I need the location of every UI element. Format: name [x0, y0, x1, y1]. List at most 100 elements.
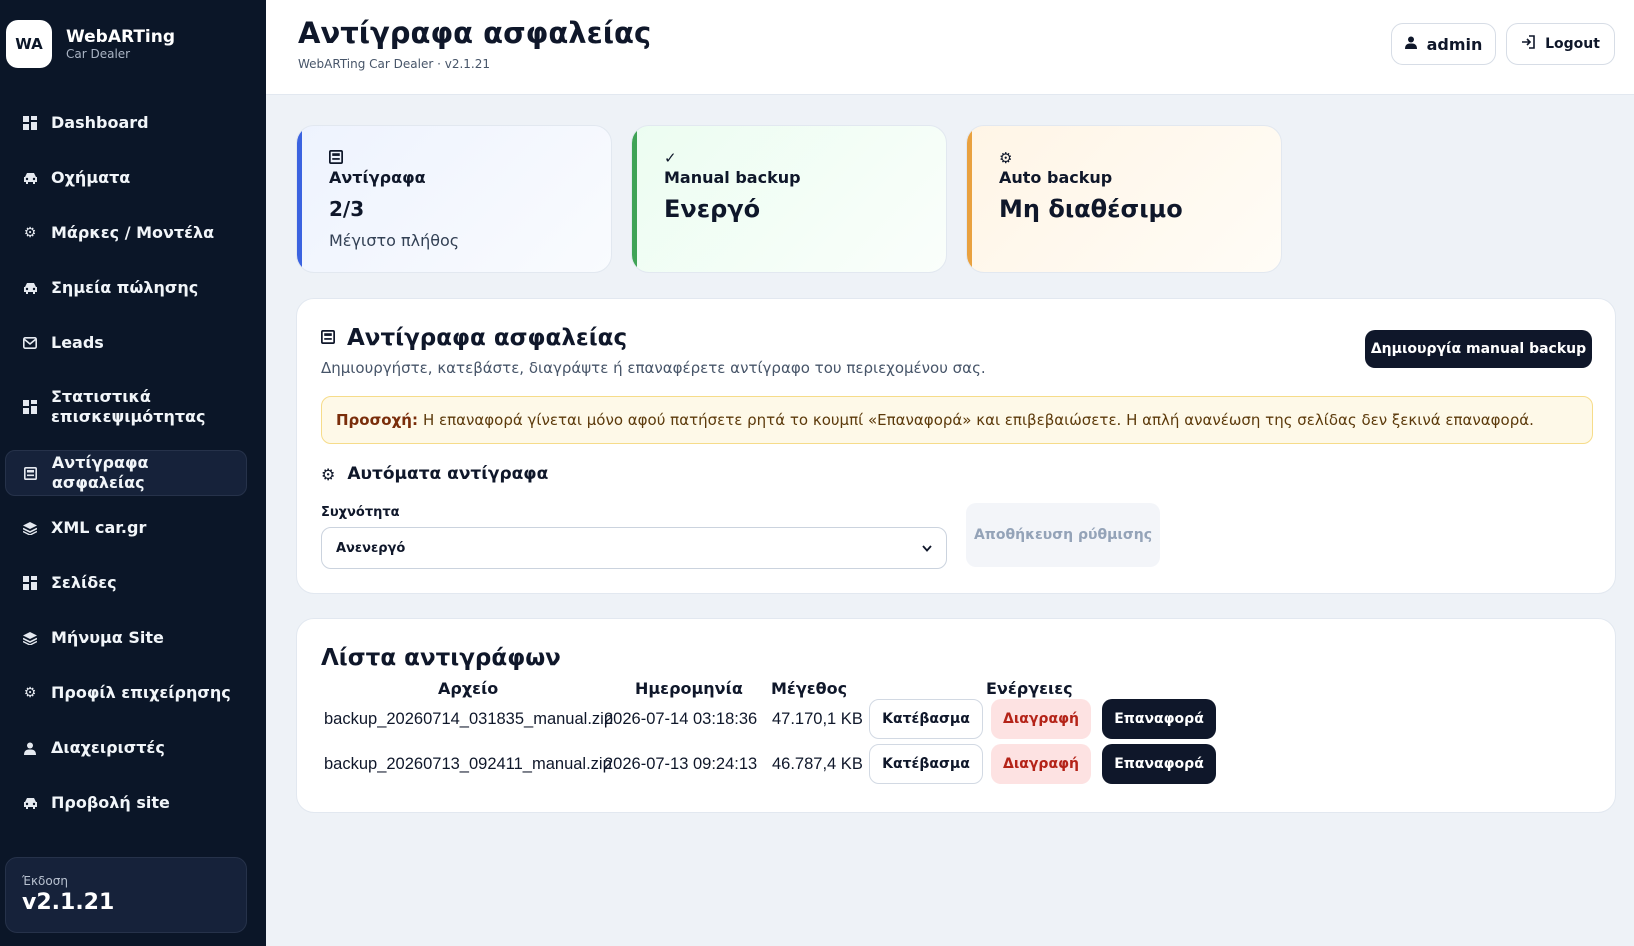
save-setting-button[interactable]: Αποθήκευση ρύθμισης	[966, 503, 1160, 567]
stat-label: Manual backup	[664, 168, 801, 187]
auto-backups-title: ⚙ Αυτόματα αντίγραφα	[321, 464, 548, 484]
layers-icon	[21, 519, 39, 537]
restore-warning-alert: Προσοχή: Η επαναφορά γίνεται μόνο αφού π…	[321, 396, 1593, 444]
layers-icon	[21, 629, 39, 647]
stat-value: Ενεργό	[664, 195, 761, 223]
sidebar-item-label: Προβολή site	[51, 793, 170, 812]
car-icon	[21, 169, 39, 187]
gear-icon: ⚙	[999, 149, 1013, 167]
logout-button[interactable]: Logout	[1506, 23, 1615, 65]
sidebar: WA WebARTing Car Dealer Dashboard Οχήματ…	[0, 0, 266, 946]
sidebar-item-label: Μάρκες / Μοντέλα	[51, 223, 215, 242]
backups-title: Αντίγραφα ασφαλείας	[321, 325, 627, 351]
gear-icon: ⚙	[23, 225, 37, 241]
frequency-select[interactable]: Ανενεργό	[321, 527, 947, 569]
table-row: backup_20260714_031835_manual.zip 2026-0…	[297, 699, 1617, 743]
floppy-icon	[329, 150, 611, 166]
download-button[interactable]: Κατέβασμα	[869, 699, 983, 739]
user-label: admin	[1426, 34, 1483, 54]
sidebar-item-label: Οχήματα	[51, 168, 131, 187]
car-icon	[21, 794, 39, 812]
brand-name: WebARTing	[66, 27, 176, 47]
create-manual-backup-button[interactable]: Δημιουργία manual backup	[1365, 330, 1592, 368]
user-icon	[1404, 36, 1417, 53]
sidebar-item-admins[interactable]: Διαχειριστές	[5, 725, 247, 771]
delete-button[interactable]: Διαγραφή	[991, 744, 1091, 784]
frequency-value: Ανενεργό	[336, 540, 406, 556]
stat-hint: Μέγιστο πλήθος	[329, 231, 460, 250]
sidebar-item-label: Στατιστικά επισκεψιμότητας	[51, 387, 206, 426]
grid-icon	[21, 114, 39, 132]
stat-card-copies: Αντίγραφα 2/3 Μέγιστο πλήθος	[296, 125, 612, 273]
sidebar-item-label: Μήνυμα Site	[51, 628, 164, 647]
alert-strong: Προσοχή:	[336, 411, 418, 429]
version-box: Έκδοση v2.1.21	[5, 857, 247, 933]
table-row: backup_20260713_092411_manual.zip 2026-0…	[297, 744, 1617, 788]
file-cell: backup_20260713_092411_manual.zip	[324, 754, 612, 773]
sidebar-item-xml[interactable]: XML car.gr	[5, 505, 247, 551]
sidebar-item-label: Dashboard	[51, 113, 149, 132]
backups-subtitle: Δημιουργήστε, κατεβάστε, διαγράψτε ή επα…	[321, 359, 986, 377]
backups-panel: Αντίγραφα ασφαλείας Δημιουργήστε, κατεβά…	[296, 298, 1616, 594]
size-cell: 47.170,1 KB	[772, 709, 863, 728]
date-cell: 2026-07-14 03:18:36	[604, 709, 758, 728]
sidebar-item-leads[interactable]: Leads	[5, 320, 247, 366]
sidebar-item-brands-models[interactable]: ⚙ Μάρκες / Μοντέλα	[5, 210, 247, 256]
alert-text: Η επαναφορά γίνεται μόνο αφού πατήσετε ρ…	[422, 411, 1534, 429]
sidebar-item-site-message[interactable]: Μήνυμα Site	[5, 615, 247, 661]
brand-logo: WA	[6, 20, 52, 68]
delete-button[interactable]: Διαγραφή	[991, 699, 1091, 739]
sidebar-item-label: Αντίγραφα ασφαλείας	[51, 453, 149, 492]
chevron-down-icon	[922, 542, 932, 555]
sidebar-item-dashboard[interactable]: Dashboard	[5, 100, 247, 146]
stat-label: Αντίγραφα	[329, 168, 426, 187]
stat-card-manual-backup: ✓ Manual backup Ενεργό	[631, 125, 947, 273]
download-button[interactable]: Κατέβασμα	[869, 744, 983, 784]
file-cell: backup_20260714_031835_manual.zip	[324, 709, 613, 728]
backups-title-text: Αντίγραφα ασφαλείας	[347, 325, 628, 351]
brand-subtitle: Car Dealer	[66, 47, 131, 61]
gear-icon: ⚙	[321, 464, 336, 484]
sidebar-item-label: Σελίδες	[51, 573, 117, 592]
grid-icon	[21, 398, 39, 416]
backups-list-title: Λίστα αντιγράφων	[321, 645, 561, 671]
user-icon	[21, 739, 39, 757]
check-icon: ✓	[664, 149, 677, 167]
version-value: v2.1.21	[22, 890, 115, 915]
page-title: Αντίγραφα ασφαλείας	[298, 16, 652, 50]
restore-button[interactable]: Επαναφορά	[1102, 699, 1216, 739]
page-subtitle: WebARTing Car Dealer · v2.1.21	[298, 57, 490, 71]
column-header-size: Μέγεθος	[771, 679, 848, 698]
sidebar-item-statistics[interactable]: Στατιστικά επισκεψιμότητας	[5, 377, 247, 437]
user-button[interactable]: admin	[1391, 23, 1496, 65]
date-cell: 2026-07-13 09:24:13	[604, 754, 758, 773]
column-header-file: Αρχείο	[438, 679, 499, 698]
brand[interactable]: WA WebARTing Car Dealer	[6, 20, 175, 68]
size-cell: 46.787,4 KB	[772, 754, 863, 773]
sidebar-item-locations[interactable]: Σημεία πώλησης	[5, 265, 247, 311]
restore-button[interactable]: Επαναφορά	[1102, 744, 1216, 784]
sidebar-item-label: Leads	[51, 333, 104, 352]
sidebar-item-vehicles[interactable]: Οχήματα	[5, 155, 247, 201]
stat-card-auto-backup: ⚙ Auto backup Μη διαθέσιμο	[966, 125, 1282, 273]
version-label: Έκδοση	[22, 874, 68, 888]
sidebar-item-label: Σημεία πώλησης	[51, 278, 199, 297]
floppy-icon	[22, 464, 40, 482]
mail-icon	[21, 334, 39, 352]
grid-icon	[21, 574, 39, 592]
stat-value: Μη διαθέσιμο	[999, 195, 1183, 223]
sidebar-item-pages[interactable]: Σελίδες	[5, 560, 247, 606]
column-header-actions: Ενέργειες	[986, 679, 1073, 698]
sidebar-item-label: Διαχειριστές	[51, 738, 165, 757]
gear-icon: ⚙	[23, 685, 37, 701]
frequency-label: Συχνότητα	[321, 505, 400, 520]
sidebar-item-backups[interactable]: Αντίγραφα ασφαλείας	[5, 450, 247, 496]
backups-list-panel: Λίστα αντιγράφων Αρχείο Ημερομηνία Μέγεθ…	[296, 618, 1616, 813]
sidebar-item-label: Προφίλ επιχείρησης	[51, 683, 231, 702]
column-header-date: Ημερομηνία	[635, 679, 743, 698]
floppy-icon	[321, 329, 335, 348]
sidebar-item-view-site[interactable]: Προβολή site	[5, 780, 247, 826]
car-icon	[21, 279, 39, 297]
auto-backups-title-text: Αυτόματα αντίγραφα	[347, 464, 549, 484]
sidebar-item-business-profile[interactable]: ⚙ Προφίλ επιχείρησης	[5, 670, 247, 716]
